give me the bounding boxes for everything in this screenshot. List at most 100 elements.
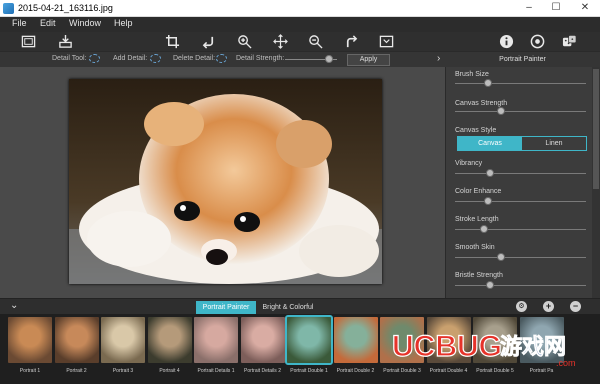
fit-screen-icon[interactable] [379, 34, 394, 49]
rotate-right-icon[interactable] [344, 34, 359, 49]
save-icon[interactable] [58, 34, 73, 49]
brush-size-slider[interactable] [455, 83, 586, 84]
svg-text:游戏网: 游戏网 [500, 334, 566, 360]
menu-edit[interactable]: Edit [40, 18, 56, 28]
panel-title: Portrait Painter [499, 56, 546, 63]
menu-file[interactable]: File [12, 18, 27, 28]
options-bar: Detail Tool: Add Detail: Delete Detail: … [0, 51, 445, 67]
panel-scrollbar[interactable] [592, 67, 600, 298]
bristle-strength-knob[interactable] [486, 281, 495, 289]
panel-header: Portrait Painter [445, 51, 600, 67]
remove-preset-icon[interactable]: − [570, 301, 581, 312]
frame-icon[interactable] [21, 34, 36, 49]
preset-thumbnail[interactable]: Portrait 1 [8, 317, 52, 379]
color-enhance-label: Color Enhance [455, 188, 502, 195]
linen-option[interactable]: Linen [522, 137, 586, 150]
preset-thumbnail[interactable]: Portrait 4 [147, 317, 192, 379]
toolbar [0, 32, 600, 51]
preset-thumbnail-label: Portrait 3 [112, 368, 134, 374]
svg-text:UCBUG: UCBUG [392, 330, 502, 363]
app-icon [3, 3, 14, 14]
vibrancy-knob[interactable] [486, 169, 495, 177]
add-detail-label: Add Detail: [113, 55, 148, 62]
apply-button[interactable]: Apply [347, 54, 390, 66]
preset-thumbnail[interactable]: Portrait Details 1 [194, 317, 238, 379]
menu-bar: File Edit Window Help [0, 17, 600, 32]
canvas-strength-knob[interactable] [496, 107, 505, 115]
settings-icon[interactable] [530, 34, 545, 49]
preset-thumbnail-image [194, 317, 238, 363]
zoom-out-icon[interactable] [308, 34, 323, 49]
smooth-skin-label: Smooth Skin [455, 244, 495, 251]
preset-thumbnail[interactable]: Portrait Double 2 [333, 317, 378, 379]
edited-photo[interactable] [69, 79, 382, 284]
preset-thumbnail[interactable]: Portrait 2 [54, 317, 99, 379]
canvas-strength-label: Canvas Strength [455, 100, 508, 107]
brush-size-knob[interactable] [483, 79, 492, 87]
random-icon[interactable] [562, 34, 577, 49]
canvas-style-selector: Canvas Linen [457, 136, 587, 151]
detail-strength-label: Detail Strength: [236, 55, 285, 62]
ucbug-watermark-logo: UCBUG 游戏网 .com [392, 329, 576, 368]
preset-thumbnail-label: Portrait Double 1 [290, 368, 328, 374]
color-enhance-slider[interactable] [455, 201, 586, 202]
color-enhance-knob[interactable] [483, 197, 492, 205]
vibrancy-slider[interactable] [455, 173, 586, 174]
filter-bar: ⌄ Portrait Painter Bright & Colorful ⚙ +… [0, 298, 600, 314]
preset-thumbnail-label: Portrait 4 [159, 368, 180, 374]
preset-thumbnail-label: Portrait 1 [19, 368, 41, 374]
preset-thumbnail-label: Portrait Details 2 [244, 368, 281, 374]
add-preset-icon[interactable]: + [543, 301, 554, 312]
preset-thumbnail[interactable]: Portrait Details 2 [240, 317, 285, 379]
svg-text:.com: .com [556, 358, 576, 368]
detail-tool-label: Detail Tool: [52, 55, 87, 62]
info-icon[interactable] [499, 34, 514, 49]
menu-help[interactable]: Help [114, 18, 133, 28]
panel-scrollbar-thumb[interactable] [593, 69, 599, 189]
detail-strength-knob[interactable] [325, 55, 334, 63]
preset-thumbnail-label: Portrait 2 [66, 368, 87, 374]
preset-thumbnail-image [54, 317, 99, 363]
stroke-length-label: Stroke Length [455, 216, 499, 223]
rotate-left-icon[interactable] [201, 34, 216, 49]
crop-icon[interactable] [165, 34, 180, 49]
smooth-skin-slider[interactable] [455, 257, 586, 258]
maximize-button[interactable]: ☐ [543, 0, 569, 16]
brush-size-label: Brush Size [455, 71, 489, 78]
add-detail-icon[interactable] [150, 54, 161, 63]
preset-thumbnail-label: Portrait Details 1 [197, 368, 235, 374]
smooth-skin-knob[interactable] [496, 253, 505, 261]
title-bar: 2015-04-21_163116.jpg – ☐ ✕ [0, 0, 600, 17]
preset-thumbnail-label: Portrait Double 3 [383, 368, 421, 374]
delete-detail-label: Delete Detail: [173, 55, 216, 62]
menu-window[interactable]: Window [69, 18, 101, 28]
detail-tool-circle-icon[interactable] [89, 54, 100, 63]
preset-thumbnail[interactable]: Portrait 3 [101, 317, 145, 379]
zoom-in-icon[interactable] [237, 34, 252, 49]
preset-thumbnail[interactable]: Portrait Double 1 [285, 315, 333, 379]
preset-thumbnail-image [240, 317, 285, 363]
bristle-strength-label: Bristle Strength [455, 272, 503, 279]
tab-bright-colorful[interactable]: Bright & Colorful [258, 301, 318, 314]
chevron-right-icon[interactable]: › [437, 53, 440, 64]
settings-panel: Brush Size Canvas Strength Canvas Style … [445, 67, 600, 298]
chevron-down-icon[interactable]: ⌄ [10, 300, 18, 311]
move-icon[interactable] [273, 34, 288, 49]
tab-portrait-painter[interactable]: Portrait Painter [196, 301, 256, 314]
minimize-button[interactable]: – [516, 0, 542, 16]
preset-thumbnail-label: Portrait Double 2 [336, 368, 375, 374]
canvas-option[interactable]: Canvas [458, 137, 522, 150]
close-button[interactable]: ✕ [570, 0, 600, 16]
dog-painting-image [69, 79, 382, 284]
preset-thumbnail-image [285, 315, 333, 365]
preset-thumbnail-image [8, 317, 52, 363]
reset-icon[interactable]: ⚙ [516, 301, 527, 312]
stroke-length-slider[interactable] [455, 229, 586, 230]
canvas-strength-slider[interactable] [455, 111, 586, 112]
canvas-area[interactable] [0, 67, 445, 298]
bristle-strength-slider[interactable] [455, 285, 586, 286]
preset-thumbnail-image [147, 317, 192, 363]
stroke-length-knob[interactable] [479, 225, 488, 233]
preset-thumbnail-label: Portrait Double 4 [429, 368, 468, 374]
delete-detail-icon[interactable] [216, 54, 227, 63]
